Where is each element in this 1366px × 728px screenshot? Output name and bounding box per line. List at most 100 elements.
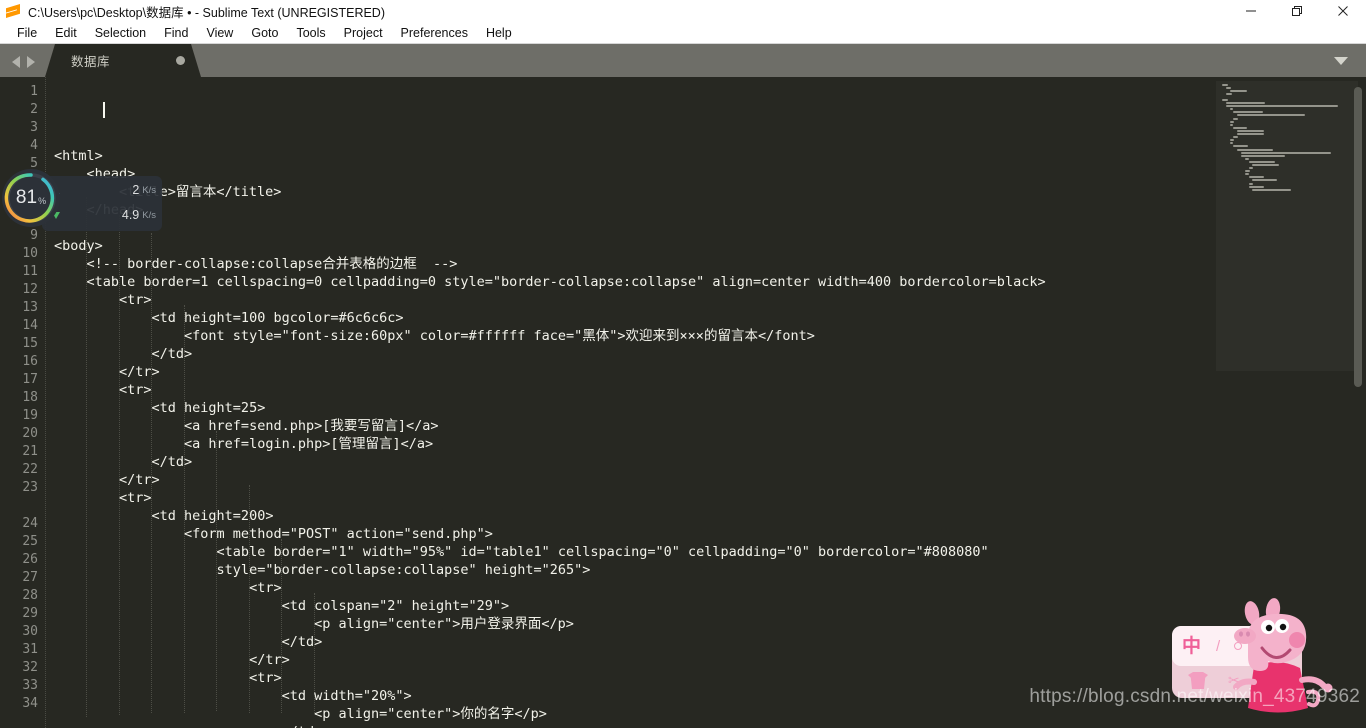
line-number-15: 15 <box>22 336 38 351</box>
line-number-9: 9 <box>30 228 38 243</box>
text-caret <box>102 102 105 118</box>
code-line[interactable]: <td height=200> <box>46 507 1216 525</box>
line-number-27: 27 <box>22 570 38 585</box>
code-line[interactable]: </td> <box>46 453 1216 471</box>
code-line[interactable]: <form method="POST" action="send.php"> <box>46 525 1216 543</box>
line-number-23: 23 <box>22 480 38 495</box>
code-line[interactable]: <a href=send.php>[我要写留言]</a> <box>46 417 1216 435</box>
line-number-28: 28 <box>22 588 38 603</box>
line-number-7: 7 <box>30 192 38 207</box>
menubar: File Edit Selection Find View Goto Tools Projec… <box>0 22 1366 44</box>
line-number-wrap <box>0 497 46 515</box>
window-titlebar: C:\Users\pc\Desktop\数据库 • - Sublime Text… <box>0 0 1366 22</box>
minimap-viewport[interactable] <box>1216 81 1358 371</box>
line-number-32: 32 <box>22 660 38 675</box>
code-line[interactable]: <head> <box>46 165 1216 183</box>
menu-item-project[interactable]: Project <box>335 22 392 44</box>
code-line[interactable]: </td> <box>46 723 1216 728</box>
line-number-34: 34 <box>22 696 38 711</box>
tab-dirty-indicator-icon[interactable] <box>176 56 185 65</box>
code-line[interactable]: </tr> <box>46 471 1216 489</box>
code-line[interactable]: <td height=100 bgcolor=#6c6c6c> <box>46 309 1216 327</box>
tab-label: 数据库 <box>71 55 111 69</box>
line-number-gutter: 1 2 3 4 5 6 7 8 9 10 11 12 13 14 15 16 17 18 19 20 21 22 23 24 2… <box>0 77 46 728</box>
line-number-11: 11 <box>22 264 38 279</box>
restore-button[interactable] <box>1274 0 1320 22</box>
code-line[interactable]: style="border-collapse:collapse" height=… <box>46 561 1216 579</box>
line-number-24: 24 <box>22 516 38 531</box>
line-number-4: 4 <box>30 138 38 153</box>
code-line[interactable] <box>46 219 1216 237</box>
chevron-right-icon[interactable] <box>27 56 35 68</box>
line-number-19: 19 <box>22 408 38 423</box>
line-number-21: 21 <box>22 444 38 459</box>
code-text-area[interactable]: <html> <head> <title>留言本</title> </head>… <box>46 77 1216 728</box>
chevron-left-icon[interactable] <box>12 56 20 68</box>
line-number-13: 13 <box>22 300 38 315</box>
menu-item-file[interactable]: File <box>8 22 46 44</box>
chevron-down-icon[interactable] <box>1334 57 1348 65</box>
tab-数据库[interactable]: 数据库 <box>45 44 201 77</box>
line-number-25: 25 <box>22 534 38 549</box>
line-number-22: 22 <box>22 462 38 477</box>
code-line[interactable]: <td colspan="2" height="29"> <box>46 597 1216 615</box>
line-number-31: 31 <box>22 642 38 657</box>
sublime-text-logo-icon <box>6 4 20 18</box>
vertical-scrollbar-track[interactable] <box>1354 81 1364 728</box>
code-line[interactable]: <body> <box>46 237 1216 255</box>
editor-area[interactable]: 1 2 3 4 5 6 7 8 9 10 11 12 13 14 15 16 17 18 19 20 21 22 23 24 2… <box>0 77 1366 728</box>
line-number-12: 12 <box>22 282 38 297</box>
code-line[interactable]: <title>留言本</title> <box>46 183 1216 201</box>
line-number-33: 33 <box>22 678 38 693</box>
minimize-button[interactable] <box>1228 0 1274 22</box>
tab-nav-arrows <box>0 56 45 77</box>
menu-item-view[interactable]: View <box>197 22 242 44</box>
line-number-18: 18 <box>22 390 38 405</box>
code-line[interactable]: <table border="1" width="95%" id="table1… <box>46 543 1216 561</box>
code-line[interactable]: <tr> <box>46 669 1216 687</box>
menu-item-goto[interactable]: Goto <box>242 22 287 44</box>
code-line[interactable]: <td width="20%"> <box>46 687 1216 705</box>
code-line[interactable]: <td height=25> <box>46 399 1216 417</box>
code-line[interactable]: <p align="center">你的名字</p> <box>46 705 1216 723</box>
line-number-2: 2 <box>30 102 38 117</box>
code-line[interactable]: </td> <box>46 345 1216 363</box>
code-line[interactable]: <tr> <box>46 579 1216 597</box>
line-number-10: 10 <box>22 246 38 261</box>
menu-item-tools[interactable]: Tools <box>287 22 334 44</box>
menu-item-find[interactable]: Find <box>155 22 197 44</box>
code-line[interactable]: <font style="font-size:60px" color=#ffff… <box>46 327 1216 345</box>
line-number-30: 30 <box>22 624 38 639</box>
minimap[interactable] <box>1216 77 1366 728</box>
menu-item-edit[interactable]: Edit <box>46 22 86 44</box>
line-number-17: 17 <box>22 372 38 387</box>
vertical-scrollbar-thumb[interactable] <box>1354 87 1362 387</box>
code-line[interactable]: <p align="center">用户登录界面</p> <box>46 615 1216 633</box>
line-number-3: 3 <box>30 120 38 135</box>
tabbar: 数据库 <box>0 44 1366 77</box>
code-line[interactable]: </tr> <box>46 651 1216 669</box>
window-title: C:\Users\pc\Desktop\数据库 • - Sublime Text… <box>28 5 385 20</box>
code-line[interactable]: <tr> <box>46 489 1216 507</box>
code-line[interactable]: </tr> <box>46 363 1216 381</box>
line-number-29: 29 <box>22 606 38 621</box>
line-number-6: 6 <box>30 174 38 189</box>
line-number-16: 16 <box>22 354 38 369</box>
line-number-20: 20 <box>22 426 38 441</box>
code-line[interactable]: </td> <box>46 633 1216 651</box>
code-line[interactable]: <tr> <box>46 381 1216 399</box>
line-number-26: 26 <box>22 552 38 567</box>
line-number-14: 14 <box>22 318 38 333</box>
code-line[interactable]: <html> <box>46 147 1216 165</box>
line-number-1: 1 <box>30 84 38 99</box>
close-button[interactable] <box>1320 0 1366 22</box>
code-line[interactable]: <table border=1 cellspacing=0 cellpaddin… <box>46 273 1216 291</box>
menu-item-preferences[interactable]: Preferences <box>392 22 477 44</box>
menu-item-help[interactable]: Help <box>477 22 521 44</box>
code-line[interactable]: <a href=login.php>[管理留言]</a> <box>46 435 1216 453</box>
code-line[interactable]: <!-- border-collapse:collapse合并表格的边框 --> <box>46 255 1216 273</box>
line-number-5: 5 <box>30 156 38 171</box>
code-line[interactable]: </head> <box>46 201 1216 219</box>
code-line[interactable]: <tr> <box>46 291 1216 309</box>
menu-item-selection[interactable]: Selection <box>86 22 155 44</box>
